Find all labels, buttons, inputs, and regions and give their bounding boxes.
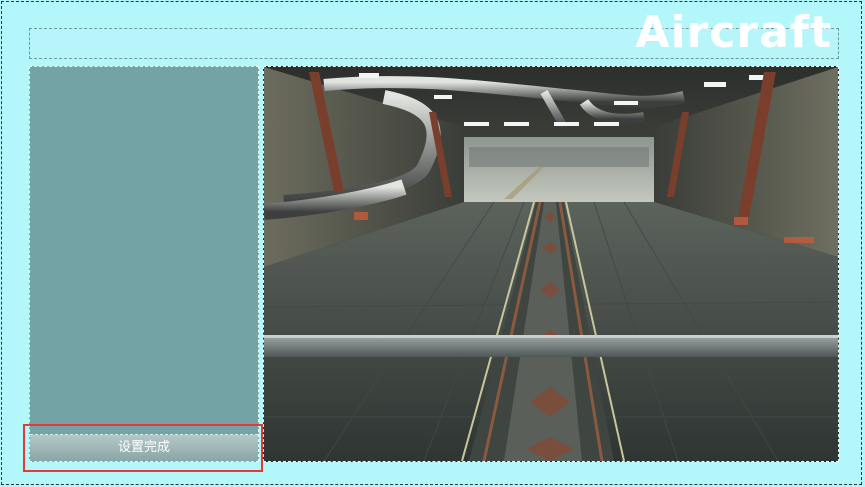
finish-settings-button[interactable]: 设置完成 [30,434,258,461]
back-wall [464,137,654,202]
hangar-scene [264,67,838,461]
page-title: Aircraft [635,7,832,58]
title-bar: Aircraft [29,11,839,59]
hangar-3d-viewport[interactable] [263,66,839,462]
foreground-railing [264,337,838,357]
settings-panel: 设置完成 [29,66,259,462]
